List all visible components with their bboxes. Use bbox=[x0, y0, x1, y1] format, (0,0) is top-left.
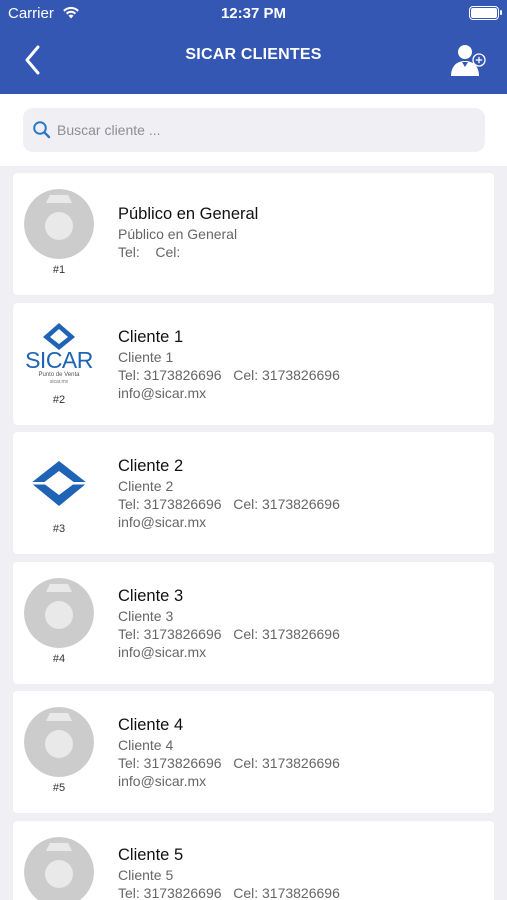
client-subtitle: Cliente 5 bbox=[118, 867, 174, 883]
client-info: Público en General Público en General Te… bbox=[118, 203, 258, 261]
camera-placeholder-icon bbox=[24, 707, 94, 777]
client-card[interactable]: #1 Público en General Público en General… bbox=[13, 173, 494, 295]
sicar-diamond-icon bbox=[24, 448, 94, 518]
battery-icon bbox=[469, 6, 502, 20]
client-info: Cliente 4 Cliente 4 Tel: 3173826696 Cel:… bbox=[118, 714, 340, 790]
search-icon bbox=[33, 121, 51, 139]
client-info: Cliente 5 Cliente 5 Tel: 3173826696 Cel:… bbox=[118, 844, 340, 900]
client-card[interactable]: #5 Cliente 4 Cliente 4 Tel: 3173826696 C… bbox=[13, 691, 494, 813]
client-contact: Tel: Cel: bbox=[118, 244, 181, 260]
client-number: #5 bbox=[52, 782, 66, 794]
logo-tagline-text: Punto de Venta bbox=[38, 372, 80, 378]
camera-placeholder-icon bbox=[24, 189, 94, 259]
client-email: info@sicar.mx bbox=[118, 514, 207, 530]
client-subtitle: Cliente 4 bbox=[118, 737, 174, 753]
client-subtitle: Público en General bbox=[118, 226, 238, 242]
client-card[interactable]: #4 Cliente 3 Cliente 3 Tel: 3173826696 C… bbox=[13, 562, 494, 684]
status-bar: Carrier 12:37 PM bbox=[0, 0, 507, 28]
client-contact: Tel: 3173826696 Cel: 3173826696 bbox=[118, 496, 340, 512]
client-subtitle: Cliente 2 bbox=[118, 478, 174, 494]
client-info: Cliente 1 Cliente 1 Tel: 3173826696 Cel:… bbox=[118, 326, 340, 402]
camera-placeholder-icon bbox=[24, 578, 94, 648]
client-number: #4 bbox=[52, 653, 66, 665]
client-contact: Tel: 3173826696 Cel: 3173826696 bbox=[118, 755, 340, 771]
client-number: #2 bbox=[52, 394, 66, 406]
client-list: #1 Público en General Público en General… bbox=[0, 166, 507, 900]
logo-brand-text: SICAR bbox=[25, 347, 93, 373]
client-name: Cliente 4 bbox=[118, 716, 184, 734]
client-info: Cliente 2 Cliente 2 Tel: 3173826696 Cel:… bbox=[118, 455, 340, 531]
client-name: Cliente 5 bbox=[118, 846, 184, 864]
add-user-icon[interactable] bbox=[449, 40, 489, 80]
camera-placeholder-icon bbox=[24, 837, 94, 900]
client-name: Cliente 3 bbox=[118, 587, 184, 605]
client-email: info@sicar.mx bbox=[118, 773, 207, 789]
clock: 12:37 PM bbox=[220, 5, 287, 22]
client-info: Cliente 3 Cliente 3 Tel: 3173826696 Cel:… bbox=[118, 585, 340, 661]
search-input[interactable] bbox=[57, 108, 477, 152]
search-bar-container bbox=[0, 94, 507, 166]
client-card[interactable]: SICAR Punto de Venta sicar.mx #2 Cliente… bbox=[13, 303, 494, 425]
sicar-logo-icon: SICAR Punto de Venta sicar.mx bbox=[24, 319, 94, 389]
nav-header: Carrier 12:37 PM SICAR CLIENTES bbox=[0, 0, 507, 94]
client-email: info@sicar.mx bbox=[118, 385, 207, 401]
client-card[interactable]: #3 Cliente 2 Cliente 2 Tel: 3173826696 C… bbox=[13, 432, 494, 554]
client-number: #3 bbox=[52, 523, 66, 535]
client-name: Cliente 2 bbox=[118, 457, 184, 475]
page-title: SICAR CLIENTES bbox=[185, 46, 322, 63]
client-card[interactable]: Cliente 5 Cliente 5 Tel: 3173826696 Cel:… bbox=[13, 821, 494, 900]
client-contact: Tel: 3173826696 Cel: 3173826696 bbox=[118, 885, 340, 900]
client-contact: Tel: 3173826696 Cel: 3173826696 bbox=[118, 367, 340, 383]
client-number: #1 bbox=[52, 264, 66, 276]
client-contact: Tel: 3173826696 Cel: 3173826696 bbox=[118, 626, 340, 642]
client-name: Público en General bbox=[118, 205, 259, 223]
logo-small-text: sicar.mx bbox=[49, 379, 69, 385]
client-name: Cliente 1 bbox=[118, 328, 184, 346]
client-subtitle: Cliente 3 bbox=[118, 608, 174, 624]
client-email: info@sicar.mx bbox=[118, 644, 207, 660]
client-subtitle: Cliente 1 bbox=[118, 349, 174, 365]
search-box[interactable] bbox=[23, 108, 485, 152]
